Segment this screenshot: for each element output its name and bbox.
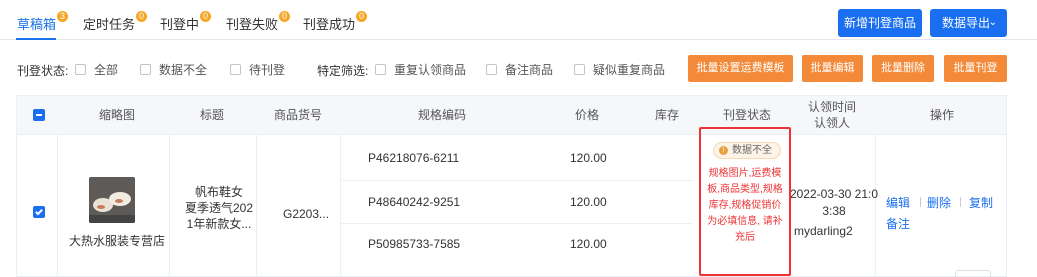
th-claim-time: 认领时间 [807, 100, 856, 114]
filter-pending-label: 待刊登 [249, 63, 286, 77]
filter-duplicate-claimed-label: 重复认领商品 [394, 63, 467, 77]
th-sku: 商品货号 [273, 108, 322, 122]
bulk-shipping-template-button[interactable]: 批量设置运费模板 [688, 55, 793, 82]
tab-failed-badge: 0 [279, 11, 291, 22]
filter-duplicate-claimed[interactable]: 重复认领商品 [375, 61, 466, 78]
checkbox[interactable] [75, 64, 86, 75]
filter-incomplete[interactable]: 数据不全 [140, 61, 207, 78]
filter-suspected-duplicate[interactable]: 疑似重复商品 [574, 61, 665, 78]
bulk-edit-button[interactable]: 批量编辑 [802, 55, 863, 82]
product-thumbnail[interactable] [89, 177, 135, 223]
bulk-publish-button[interactable]: 批量刊登 [944, 55, 1007, 82]
tab-publishing[interactable]: 刊登中0 [160, 11, 212, 33]
new-listing-button[interactable]: 新增刊登商品 [838, 9, 922, 37]
select-all-checkbox[interactable] [33, 109, 45, 121]
table-header: 缩略图 标题 商品货号 规格编码 价格 库存 刊登状态 认领时间 认领人 操作 [17, 96, 1006, 135]
note-link[interactable]: 备注 [886, 215, 910, 232]
divider [57, 135, 58, 277]
export-button[interactable]: 数据导出 ⌄ [930, 9, 1007, 37]
bulk-delete-button[interactable]: 批量删除 [872, 55, 934, 82]
divider [960, 197, 961, 207]
th-claim: 认领时间 认领人 [792, 96, 872, 135]
variant-price: 120.00 [570, 195, 607, 209]
export-button-label: 数据导出 [942, 16, 991, 30]
product-title-line: 帆布鞋女 [194, 185, 243, 199]
status-tag-label: 数据不全 [732, 145, 772, 156]
checkbox[interactable] [375, 64, 386, 75]
tab-failed-label: 刊登失败 [226, 17, 279, 32]
tab-success-badge: 0 [356, 11, 368, 22]
product-sku: G2203... [283, 207, 330, 221]
delete-link[interactable]: 删除 [927, 194, 951, 211]
tab-scheduled-label: 定时任务 [83, 17, 136, 32]
divider [340, 180, 692, 181]
pager-box[interactable] [955, 270, 991, 277]
th-actions: 操作 [929, 108, 954, 122]
shop-name: 大热水服装专营店 [69, 234, 166, 248]
product-title[interactable]: 帆布鞋女 夏季透气202 1年新款女... [179, 184, 259, 232]
filter-pending[interactable]: 待刊登 [230, 61, 285, 78]
divider [340, 135, 341, 277]
row-checkbox[interactable] [33, 206, 45, 218]
claim-time-line: 3:38 [822, 204, 846, 218]
copy-link[interactable]: 复制 [969, 194, 993, 211]
spec-code: P50985733-7585 [368, 237, 461, 251]
claim-time: 2022-03-30 21:0 3:38 [789, 186, 879, 220]
filter-noted-label: 备注商品 [505, 63, 554, 77]
filter-all[interactable]: 全部 [75, 61, 118, 78]
chevron-down-icon: ⌄ [988, 17, 997, 28]
listing-table: 缩略图 标题 商品货号 规格编码 价格 库存 刊登状态 认领时间 认领人 操作 大… [16, 95, 1007, 277]
filter-all-label: 全部 [94, 63, 119, 77]
spec-code: P48640242-9251 [368, 195, 461, 209]
tab-failed[interactable]: 刊登失败0 [226, 11, 291, 33]
warning-icon: ! [719, 146, 728, 155]
tab-drafts-badge: 3 [57, 11, 69, 22]
th-price: 价格 [574, 108, 599, 122]
divider [920, 197, 921, 207]
tab-success[interactable]: 刊登成功0 [303, 11, 368, 33]
tab-scheduled[interactable]: 定时任务0 [83, 11, 148, 33]
checkbox[interactable] [574, 64, 585, 75]
filter-incomplete-label: 数据不全 [159, 63, 208, 77]
tab-drafts[interactable]: 草稿箱3 [17, 11, 69, 33]
status-tag: ! 数据不全 [713, 142, 781, 159]
shoe-image-icon [89, 177, 135, 223]
tab-success-label: 刊登成功 [303, 17, 356, 32]
divider [340, 223, 692, 224]
tab-publishing-badge: 0 [200, 11, 212, 22]
claim-time-line: 2022-03-30 21:0 [789, 187, 879, 201]
active-tab-indicator [16, 38, 56, 40]
filter-suspected-duplicate-label: 疑似重复商品 [593, 63, 666, 77]
product-title-line: 夏季透气202 [184, 201, 254, 215]
th-thumbnail: 缩略图 [98, 108, 135, 122]
tab-scheduled-badge: 0 [136, 11, 148, 22]
tab-publishing-label: 刊登中 [160, 17, 200, 32]
product-title-line: 1年新款女... [186, 217, 252, 231]
edit-link[interactable]: 编辑 [886, 194, 910, 211]
variant-price: 120.00 [570, 237, 607, 251]
status-filter-label: 刊登状态: [17, 64, 69, 78]
claimer: mydarling2 [794, 224, 853, 238]
filter-noted[interactable]: 备注商品 [486, 61, 553, 78]
tab-drafts-label: 草稿箱 [17, 17, 57, 32]
th-claimer: 认领人 [813, 116, 850, 130]
variant-price: 120.00 [570, 151, 607, 165]
checkbox[interactable] [486, 64, 497, 75]
th-stock: 库存 [654, 108, 679, 122]
checkbox[interactable] [140, 64, 151, 75]
th-title: 标题 [199, 108, 224, 122]
th-spec-code: 规格编码 [417, 108, 466, 122]
divider [169, 135, 170, 277]
spec-code: P46218076-6211 [368, 151, 460, 165]
status-message: 规格图片,运费模板,商品类型,规格库存,规格促销价为必填信息, 请补充后 [707, 168, 783, 243]
checkbox[interactable] [230, 64, 241, 75]
special-filter-label: 特定筛选: [317, 64, 369, 78]
